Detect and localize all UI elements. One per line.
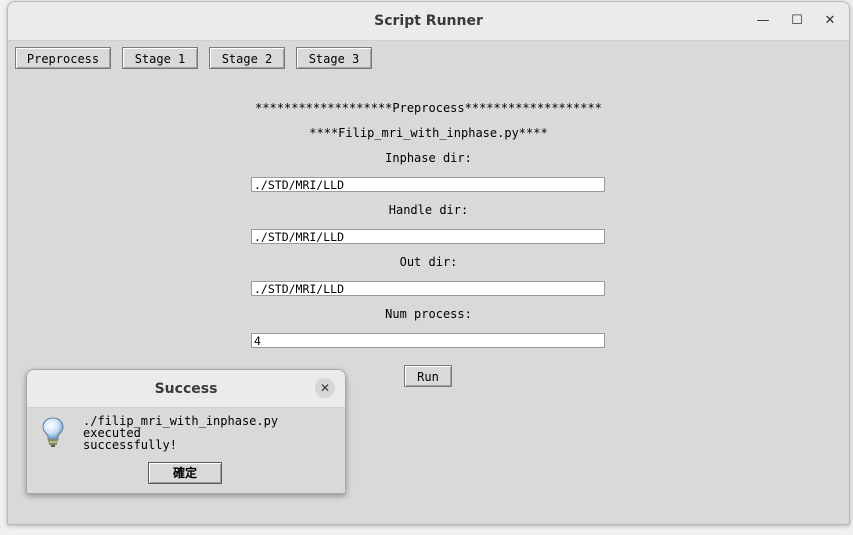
dialog-close-icon[interactable]: ✕ (315, 378, 335, 398)
success-dialog: Success ✕ ./filip_mri_with_inphase.py ex… (26, 369, 346, 494)
dialog-title-bar[interactable]: Success ✕ (27, 370, 345, 408)
num-process-label: Num process: (385, 307, 472, 321)
handle-dir-input[interactable] (251, 229, 605, 244)
inphase-dir-input[interactable] (251, 177, 605, 192)
inphase-dir-label: Inphase dir: (385, 151, 472, 165)
dialog-message: ./filip_mri_with_inphase.py executed suc… (83, 415, 341, 451)
maximize-icon[interactable]: ☐ (787, 11, 807, 31)
handle-dir-label: Handle dir: (388, 203, 469, 217)
section-header: *******************Preprocess***********… (255, 101, 602, 115)
title-bar[interactable]: Script Runner — ☐ ✕ (8, 2, 849, 41)
lightbulb-icon (40, 416, 66, 448)
run-button[interactable]: Run (404, 365, 452, 387)
dialog-message-line-1: ./filip_mri_with_inphase.py executed (83, 414, 279, 440)
dialog-message-line-2: successfully! (83, 438, 177, 452)
out-dir-label: Out dir: (399, 255, 458, 269)
num-process-input[interactable] (251, 333, 605, 348)
dialog-title: Success (154, 381, 218, 397)
window-title: Script Runner (374, 13, 483, 29)
tab-stage-3[interactable]: Stage 3 (296, 47, 372, 69)
minimize-icon[interactable]: — (753, 11, 773, 31)
tab-stage-2[interactable]: Stage 2 (209, 47, 285, 69)
script-name: ****Filip_mri_with_inphase.py**** (309, 126, 548, 140)
tab-preprocess[interactable]: Preprocess (15, 47, 111, 69)
close-icon[interactable]: ✕ (820, 11, 840, 31)
out-dir-input[interactable] (251, 281, 605, 296)
ok-button[interactable]: 確定 (148, 462, 222, 484)
tab-stage-1[interactable]: Stage 1 (122, 47, 198, 69)
